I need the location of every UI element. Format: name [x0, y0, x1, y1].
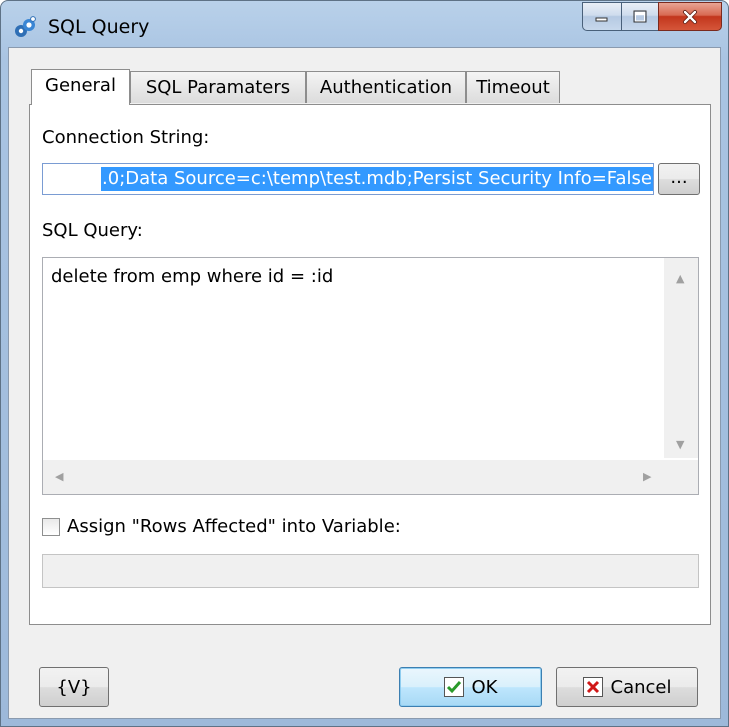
connection-string-input[interactable]: .0;Data Source=c:\temp\test.mdb;Persist … — [42, 163, 654, 195]
cancel-label: Cancel — [610, 676, 672, 698]
cancel-x-icon — [582, 677, 603, 697]
general-tab-panel: Connection String: .0;Data Source=c:\tem… — [29, 104, 711, 625]
sql-query-label: SQL Query: — [42, 220, 143, 241]
insert-variable-button[interactable]: {V} — [39, 667, 109, 707]
insert-variable-label: {V} — [56, 676, 92, 698]
scroll-down-icon[interactable]: ▼ — [676, 438, 684, 451]
caption-buttons — [582, 2, 722, 31]
sql-query-window: SQL Query General SQL Paramaters Authent… — [0, 0, 729, 727]
vertical-scrollbar[interactable]: ▲ ▼ — [664, 258, 698, 458]
tab-sql-paramaters[interactable]: SQL Paramaters — [130, 71, 306, 103]
title-bar[interactable]: SQL Query — [1, 1, 728, 47]
assign-rows-affected-checkbox[interactable] — [42, 518, 60, 536]
minimize-icon — [595, 17, 608, 21]
dialog-client-area: General SQL Paramaters Authentication Ti… — [8, 47, 721, 719]
connection-string-value: .0;Data Source=c:\temp\test.mdb;Persist … — [101, 167, 653, 191]
close-icon — [683, 9, 697, 24]
ok-label: OK — [471, 676, 498, 698]
ok-button[interactable]: OK — [399, 667, 542, 707]
minimize-button[interactable] — [582, 2, 621, 31]
tab-general[interactable]: General — [31, 69, 130, 105]
scrollbar-corner — [664, 460, 698, 494]
close-button[interactable] — [658, 2, 722, 31]
assign-rows-affected-label: Assign "Rows Affected" into Variable: — [67, 516, 401, 537]
sql-query-text: delete from emp where id = :id — [51, 266, 334, 287]
scroll-left-icon[interactable]: ◀ — [55, 470, 63, 483]
sql-query-app-icon — [15, 16, 36, 37]
connection-string-label: Connection String: — [42, 127, 210, 148]
cancel-button[interactable]: Cancel — [556, 667, 698, 707]
tab-authentication[interactable]: Authentication — [306, 71, 466, 103]
tab-timeout[interactable]: Timeout — [466, 71, 560, 103]
variable-name-input[interactable] — [42, 554, 699, 588]
window-title: SQL Query — [48, 16, 150, 38]
browse-connection-button[interactable]: ... — [658, 163, 700, 195]
maximize-button[interactable] — [621, 2, 658, 31]
horizontal-scrollbar[interactable]: ◀ ▶ — [43, 460, 665, 494]
check-icon — [443, 677, 464, 697]
scroll-right-icon[interactable]: ▶ — [643, 470, 651, 483]
sql-query-textarea[interactable]: delete from emp where id = :id ▲ ▼ ◀ ▶ — [42, 257, 699, 495]
scroll-up-icon[interactable]: ▲ — [676, 272, 684, 285]
maximize-icon — [633, 10, 647, 22]
